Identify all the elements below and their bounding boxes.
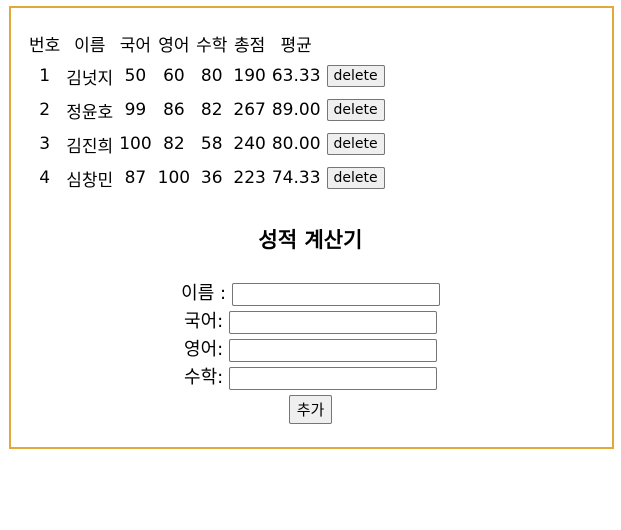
- cell-average: 63.33: [271, 66, 321, 86]
- name-input[interactable]: [231, 282, 440, 306]
- cell-total: 240: [233, 134, 266, 154]
- cell-korean: 100: [119, 134, 152, 154]
- add-row: 추가: [0, 395, 621, 424]
- english-label: 영어:: [184, 339, 224, 360]
- cell-math: 58: [200, 134, 223, 154]
- cell-action: delete: [325, 128, 387, 160]
- math-label: 수학:: [184, 367, 224, 388]
- cell-math: 82: [200, 100, 223, 120]
- cell-name: 김진희: [66, 136, 114, 157]
- cell-action: delete: [325, 60, 387, 92]
- korean-label: 국어:: [184, 311, 224, 332]
- header-english: 영어: [158, 35, 190, 56]
- english-input[interactable]: [228, 338, 437, 362]
- table-row: 3 김진희 100 82 58 240 80.00 delete: [27, 128, 387, 160]
- table-row: 4 심창민 87 100 36 223 74.33 delete: [27, 162, 387, 194]
- cell-number: 3: [39, 134, 51, 154]
- delete-button[interactable]: delete: [326, 133, 385, 155]
- header-name: 이름: [74, 35, 106, 56]
- korean-input[interactable]: [228, 310, 437, 334]
- cell-english: 60: [163, 66, 185, 86]
- cell-english: 82: [163, 134, 185, 154]
- cell-total: 223: [233, 168, 266, 188]
- calculator-form: 이름 : 국어: 영어: 수학: 추가: [0, 280, 621, 424]
- cell-name: 정윤호: [66, 102, 114, 123]
- cell-total: 267: [233, 100, 266, 120]
- table-row: 1 김넛지 50 60 80 190 63.33 delete: [27, 60, 387, 92]
- cell-english: 86: [163, 100, 185, 120]
- cell-action: delete: [325, 94, 387, 126]
- cell-action: delete: [325, 162, 387, 194]
- cell-english: 100: [157, 168, 191, 188]
- cell-korean: 87: [124, 168, 147, 188]
- cell-korean: 99: [124, 100, 147, 120]
- cell-math: 36: [200, 168, 223, 188]
- header-number: 번호: [29, 35, 61, 56]
- delete-button[interactable]: delete: [326, 99, 385, 121]
- cell-name: 심창민: [66, 170, 114, 191]
- add-button[interactable]: 추가: [288, 395, 333, 424]
- math-input[interactable]: [228, 366, 437, 390]
- table-row: 2 정윤호 99 86 82 267 89.00 delete: [27, 94, 387, 126]
- delete-button[interactable]: delete: [326, 65, 385, 87]
- calculator-title: 성적 계산기: [258, 228, 363, 252]
- cell-average: 74.33: [271, 168, 321, 188]
- header-average: 평균: [280, 35, 312, 56]
- cell-average: 80.00: [271, 134, 321, 154]
- english-row: 영어:: [0, 336, 621, 364]
- cell-average: 89.00: [271, 100, 321, 120]
- cell-name: 김넛지: [66, 68, 114, 89]
- name-label: 이름 :: [181, 283, 227, 304]
- table-header-row: 번호 이름 국어 영어 수학 총점 평균: [27, 28, 387, 58]
- cell-korean: 50: [124, 66, 147, 86]
- cell-number: 2: [39, 100, 51, 120]
- math-row: 수학:: [0, 364, 621, 392]
- header-total: 총점: [233, 35, 266, 56]
- header-math: 수학: [196, 35, 228, 56]
- cell-math: 80: [200, 66, 223, 86]
- name-row: 이름 :: [0, 280, 621, 308]
- delete-button[interactable]: delete: [326, 167, 385, 189]
- cell-total: 190: [233, 66, 266, 86]
- cell-number: 4: [39, 168, 51, 188]
- grades-table: 번호 이름 국어 영어 수학 총점 평균 1 김넛지 50 60 80 190 …: [25, 26, 389, 196]
- header-korean: 국어: [119, 35, 152, 56]
- cell-number: 1: [39, 66, 51, 86]
- korean-row: 국어:: [0, 308, 621, 336]
- header-action: [325, 28, 387, 58]
